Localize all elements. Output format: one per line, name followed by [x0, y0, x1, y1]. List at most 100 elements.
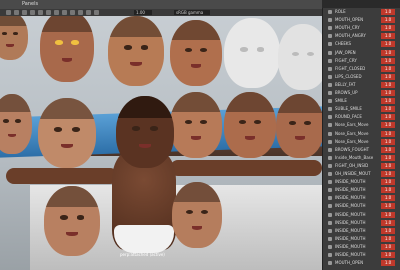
exposure-field[interactable]: 1.00 — [134, 10, 152, 15]
colorspace-field[interactable]: sRGB gamma — [174, 10, 210, 15]
channel-value-field[interactable]: 1.0 — [381, 219, 395, 226]
channel-row[interactable]: FIGHT_OH_INSID 1.0 — [323, 162, 400, 170]
channel-value-field[interactable]: 1.0 — [381, 146, 395, 153]
baby-head[interactable] — [40, 10, 94, 82]
baby-head[interactable] — [170, 20, 222, 86]
channel-label: Inside_Mouth_Base — [335, 154, 374, 160]
baby-head[interactable] — [0, 94, 32, 154]
channel-value-field[interactable]: 1.0 — [381, 211, 395, 218]
shaded-icon[interactable] — [30, 10, 35, 15]
channel-row[interactable]: INSIDE_MOUTH 1.0 — [323, 194, 400, 202]
channel-row[interactable]: FIGHT_CRY 1.0 — [323, 57, 400, 65]
baby-head[interactable] — [172, 182, 222, 248]
grid-icon[interactable] — [14, 10, 19, 15]
channel-value-field[interactable]: 1.0 — [381, 49, 395, 56]
channel-value-field[interactable]: 1.0 — [381, 154, 395, 161]
channel-value-field[interactable]: 1.0 — [381, 203, 395, 210]
channel-label: INSIDE_MOUTH — [335, 179, 366, 185]
channel-row[interactable]: INSIDE_MOUTH 1.0 — [323, 243, 400, 251]
channel-value-field[interactable]: 1.0 — [381, 33, 395, 40]
channel-row[interactable]: INSIDE_MOUTH 1.0 — [323, 202, 400, 210]
channel-value-field[interactable]: 1.0 — [381, 179, 395, 186]
channel-value-field[interactable]: 1.0 — [381, 130, 395, 137]
channel-row[interactable]: MOUTH_OPEN 1.0 — [323, 259, 400, 267]
baby-head-white[interactable] — [278, 24, 322, 90]
baby-head[interactable] — [276, 94, 322, 158]
channel-row[interactable]: INSIDE_MOUTH 1.0 — [323, 211, 400, 219]
channel-label: Nose_Ears_Move — [335, 130, 369, 136]
channel-value-field[interactable]: 1.0 — [381, 41, 395, 48]
channel-row[interactable]: BROWS_FOUGHT 1.0 — [323, 146, 400, 154]
baby-head-white[interactable] — [224, 18, 280, 88]
channel-value-field[interactable]: 1.0 — [381, 98, 395, 105]
channel-value-field[interactable]: 1.0 — [381, 171, 395, 177]
channel-bullet-icon — [328, 163, 332, 168]
channel-row[interactable]: BELLY_FAT 1.0 — [323, 81, 400, 89]
channel-row[interactable]: INSIDE_MOUTH 1.0 — [323, 178, 400, 186]
channel-row[interactable]: FIGHT_CLOSED 1.0 — [323, 65, 400, 73]
channel-value-field[interactable]: 1.0 — [381, 162, 395, 169]
light-icon[interactable] — [46, 10, 51, 15]
channel-value-field[interactable]: 1.0 — [381, 73, 395, 80]
channel-value-field[interactable]: 1.0 — [381, 227, 395, 234]
channel-row[interactable]: ROLE 1.0 — [323, 8, 400, 16]
channel-row[interactable]: SUBLE_SMILE 1.0 — [323, 105, 400, 113]
baby-head[interactable] — [224, 92, 276, 158]
channel-value-field[interactable]: 1.0 — [381, 25, 395, 32]
baby-head[interactable] — [0, 12, 28, 60]
channel-row[interactable]: INSIDE_MOUTH 1.0 — [323, 219, 400, 227]
channel-row[interactable]: BROWS_UP 1.0 — [323, 89, 400, 97]
channel-row[interactable]: OH_INSIDE_MOUT 1.0 — [323, 170, 400, 178]
channel-bullet-icon — [328, 261, 332, 266]
channel-row[interactable]: INSIDE_MOUTH 1.0 — [323, 186, 400, 194]
baby-head[interactable] — [108, 16, 164, 86]
channel-value-field[interactable]: 1.0 — [381, 106, 395, 113]
channel-value-field[interactable]: 1.0 — [381, 81, 395, 88]
channel-row[interactable]: ROUND_FACE 1.0 — [323, 113, 400, 121]
channel-row[interactable]: Nose_Ears_Move 1.0 — [323, 138, 400, 146]
channel-row[interactable]: MOUTH_CRY 1.0 — [323, 24, 400, 32]
isolate-icon[interactable] — [70, 10, 75, 15]
channel-row[interactable]: Nose_Ears_Move 1.0 — [323, 121, 400, 129]
menu-panels[interactable]: Panels — [22, 0, 38, 9]
gate-icon[interactable] — [86, 10, 91, 15]
channel-value-field[interactable]: 1.0 — [381, 90, 395, 96]
channel-value-field[interactable]: 1.0 — [381, 260, 395, 267]
shadow-icon[interactable] — [54, 10, 59, 15]
channel-row[interactable]: Nose_Ears_Move 1.0 — [323, 130, 400, 138]
baby-head[interactable] — [38, 98, 96, 168]
channel-row[interactable]: MOUTH_ANGRY 1.0 — [323, 32, 400, 40]
viewport[interactable]: perp:attached (active) Panels 1.00 sRGB … — [0, 0, 322, 270]
channel-value-field[interactable]: 1.0 — [381, 187, 395, 194]
channel-row[interactable]: CHEEKS 1.0 — [323, 40, 400, 48]
channel-row[interactable]: LIPS_CLOSED 1.0 — [323, 73, 400, 81]
channel-value-field[interactable]: 1.0 — [381, 243, 395, 250]
channel-row[interactable]: SMILE 1.0 — [323, 97, 400, 105]
channel-value-field[interactable]: 1.0 — [381, 65, 395, 72]
safe-frame-icon[interactable] — [94, 10, 99, 15]
channel-row[interactable]: MOUTH_OPEN 1.0 — [323, 16, 400, 24]
channel-value-field[interactable]: 1.0 — [381, 9, 395, 15]
channel-value-field[interactable]: 1.0 — [381, 122, 395, 129]
texture-icon[interactable] — [38, 10, 43, 15]
channel-value-field[interactable]: 1.0 — [381, 235, 395, 242]
channel-row[interactable]: INSIDE_MOUTH 1.0 — [323, 251, 400, 259]
channel-value-field[interactable]: 1.0 — [381, 252, 395, 258]
channel-value-field[interactable]: 1.0 — [381, 138, 395, 145]
wireframe-icon[interactable] — [22, 10, 27, 15]
baby-head[interactable] — [44, 186, 100, 256]
channel-row[interactable]: Inside_Mouth_Base 1.0 — [323, 154, 400, 162]
xray-icon[interactable] — [62, 10, 67, 15]
channel-value-field[interactable]: 1.0 — [381, 17, 395, 24]
resolution-icon[interactable] — [78, 10, 83, 15]
camera-icon[interactable] — [6, 10, 11, 15]
channel-row[interactable]: INSIDE_MOUTH 1.0 — [323, 227, 400, 235]
channel-value-field[interactable]: 1.0 — [381, 195, 395, 202]
channel-row[interactable]: INSIDE_MOUTH 1.0 — [323, 235, 400, 243]
channel-value-field[interactable]: 1.0 — [381, 57, 395, 64]
baby-head[interactable] — [170, 92, 222, 158]
channel-bullet-icon — [328, 155, 332, 160]
baby-head-center[interactable] — [116, 96, 174, 168]
channel-value-field[interactable]: 1.0 — [381, 114, 395, 121]
channel-row[interactable]: JAW_OPEN 1.0 — [323, 49, 400, 57]
